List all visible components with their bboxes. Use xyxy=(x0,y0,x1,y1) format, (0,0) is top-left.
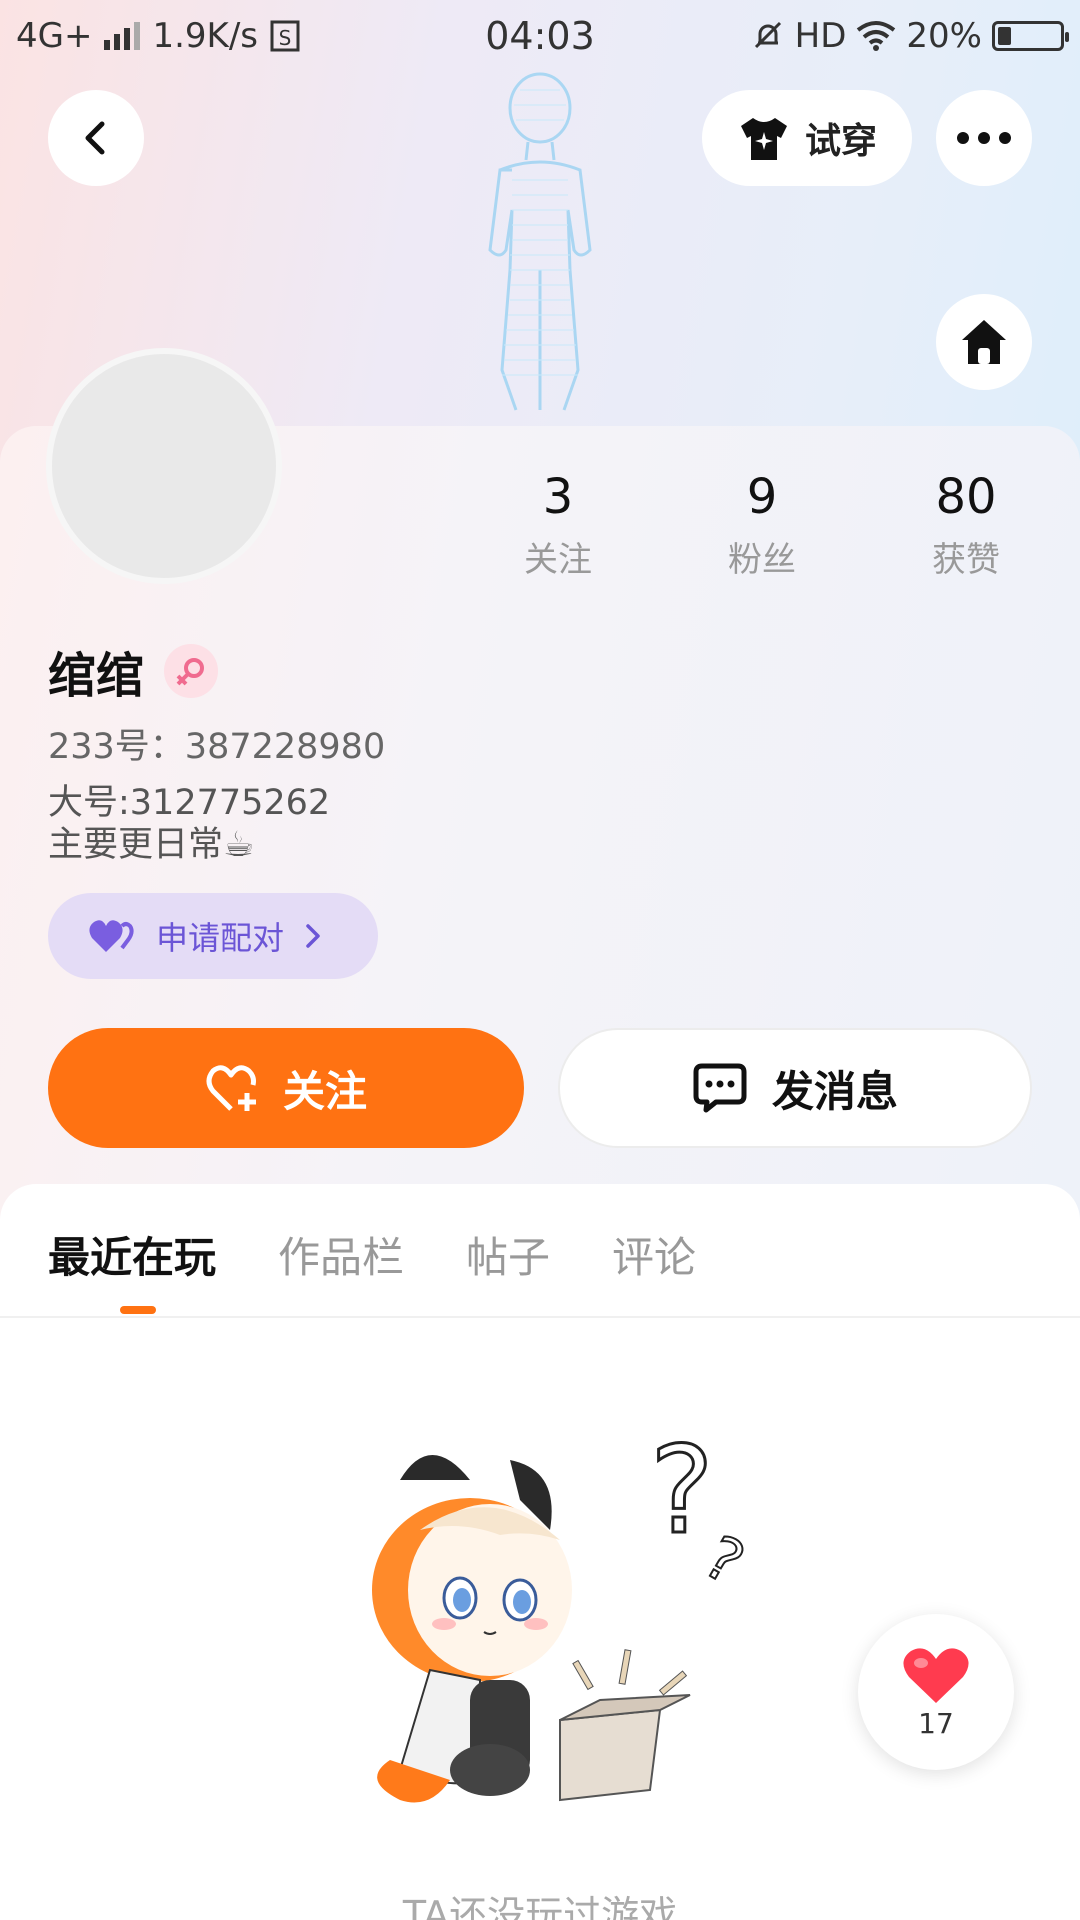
empty-state-text: TA还没玩过游戏 xyxy=(402,1893,678,1920)
more-dots-icon xyxy=(957,132,1011,144)
avatar[interactable] xyxy=(46,348,282,584)
back-button[interactable] xyxy=(48,90,144,186)
status-right: HD 20% xyxy=(751,16,1069,56)
user-name: 绾绾 xyxy=(48,648,145,704)
tab-posts[interactable]: 帖子 xyxy=(466,1224,550,1285)
battery-percent: 20% xyxy=(906,16,982,56)
heart-plus-icon xyxy=(206,1065,256,1111)
like-count: 17 xyxy=(918,1706,954,1740)
empty-state-illustration: ? ? xyxy=(372,1421,756,1803)
mute-bell-icon xyxy=(754,21,781,49)
bio-line-1: 大号:312775262 xyxy=(48,783,331,823)
chevron-left-icon xyxy=(85,121,105,155)
heart-icon xyxy=(903,1647,969,1703)
battery-icon xyxy=(992,21,1069,51)
stat-fans-count: 9 xyxy=(746,469,778,525)
tabs-divider xyxy=(0,1316,1080,1318)
bio-line-2: 主要更日常☕ xyxy=(48,825,255,865)
battery-level xyxy=(998,27,1012,45)
try-on-button[interactable]: 试穿 xyxy=(702,90,912,186)
hd-label: HD xyxy=(794,16,847,56)
chat-bubble-icon xyxy=(693,1063,747,1113)
stat-likes-count: 80 xyxy=(935,469,997,525)
send-message-label: 发消息 xyxy=(771,1066,898,1116)
more-options-button[interactable] xyxy=(936,90,1032,186)
home-button[interactable] xyxy=(936,294,1032,390)
chevron-right-icon xyxy=(306,924,320,948)
stat-following-label: 关注 xyxy=(524,540,592,580)
house-icon xyxy=(962,320,1006,364)
double-heart-icon xyxy=(89,920,134,952)
stat-following-count: 3 xyxy=(542,469,574,525)
user-bio: 大号:312775262 主要更日常☕ xyxy=(48,782,330,866)
svg-text:?: ? xyxy=(650,1422,714,1561)
stat-following[interactable]: 3 关注 xyxy=(478,468,638,581)
tab-recently-played[interactable]: 最近在玩 xyxy=(48,1224,216,1314)
apply-pair-label: 申请配对 xyxy=(156,919,285,957)
follow-button[interactable]: 关注 xyxy=(48,1028,524,1148)
stat-fans[interactable]: 9 粉丝 xyxy=(682,468,842,581)
follow-label: 关注 xyxy=(282,1066,367,1116)
tab-works[interactable]: 作品栏 xyxy=(278,1224,404,1285)
stat-likes[interactable]: 80 获赞 xyxy=(886,468,1046,581)
apply-pair-button[interactable]: 申请配对 xyxy=(48,893,378,979)
tshirt-icon xyxy=(740,118,787,160)
tab-bar: 最近在玩 作品栏 帖子 评论 xyxy=(48,1224,696,1314)
stat-fans-label: 粉丝 xyxy=(728,540,796,580)
wifi-icon xyxy=(857,21,896,51)
send-message-button[interactable]: 发消息 xyxy=(558,1028,1032,1148)
status-bar: 4G+ 1.9K/s S 04:03 HD 20% xyxy=(0,0,1080,76)
avatar-3d-figure xyxy=(488,72,592,411)
female-icon xyxy=(164,644,219,698)
name-row: 绾绾 xyxy=(48,636,219,706)
stat-likes-label: 获赞 xyxy=(932,540,1000,580)
tab-comments[interactable]: 评论 xyxy=(612,1224,696,1285)
try-on-label: 试穿 xyxy=(804,121,877,162)
user-id: 233号：387228980 xyxy=(48,727,386,767)
floating-like-button[interactable]: 17 xyxy=(858,1614,1014,1770)
